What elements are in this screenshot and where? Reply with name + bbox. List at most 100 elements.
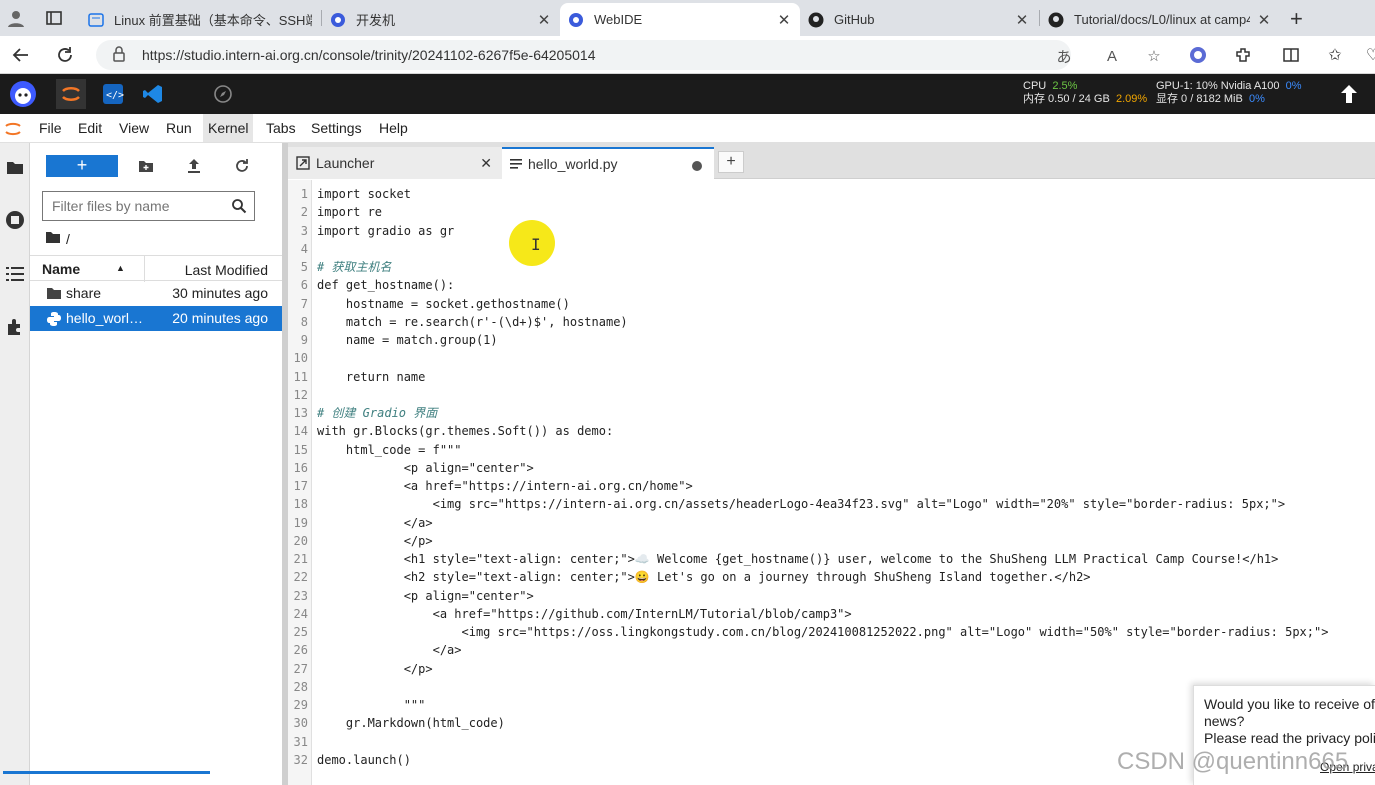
extension-manager-icon[interactable] — [4, 316, 26, 338]
code-server-icon[interactable]: </> — [98, 79, 128, 109]
tab-launcher[interactable]: Launcher ✕ — [288, 147, 502, 179]
code-line[interactable]: return name — [317, 368, 425, 386]
close-icon[interactable]: ✕ — [536, 11, 552, 29]
code-line[interactable]: html_code = f""" — [317, 441, 462, 459]
favorite-star-icon[interactable]: ☆ — [1144, 46, 1164, 66]
lock-icon[interactable] — [112, 45, 128, 65]
file-list-header: Name ▲ Last Modified — [30, 255, 282, 282]
unsaved-dot-icon[interactable] — [692, 161, 702, 171]
intern-logo-icon[interactable] — [8, 79, 38, 109]
close-icon[interactable]: ✕ — [1256, 11, 1272, 29]
reload-icon[interactable] — [54, 44, 76, 66]
breadcrumb-root[interactable]: / — [66, 231, 70, 247]
code-line[interactable]: <img src="https://intern-ai.org.cn/asset… — [317, 495, 1286, 513]
add-tab-button[interactable]: + — [718, 151, 744, 173]
file-row-hello-world[interactable]: hello_world.py 20 minutes ago — [30, 306, 282, 331]
menu-help[interactable]: Help — [376, 120, 411, 136]
close-icon[interactable]: ✕ — [776, 11, 792, 29]
code-line[interactable]: <a href="https://github.com/InternLM/Tut… — [317, 605, 852, 623]
code-line[interactable]: <h2 style="text-align: center;">😀 Let's … — [317, 568, 1091, 586]
url-text[interactable]: https://studio.intern-ai.org.cn/console/… — [142, 47, 596, 63]
code-line[interactable]: import socket — [317, 185, 411, 203]
loading-progress-bar — [3, 771, 210, 774]
gpu-value: 0% — [1285, 80, 1302, 92]
line-number: 17 — [293, 479, 308, 493]
code-line[interactable]: gr.Markdown(html_code) — [317, 714, 505, 732]
code-line[interactable]: demo.launch() — [317, 751, 411, 769]
tab-hello-world[interactable]: hello_world.py — [502, 147, 714, 179]
address-bar[interactable]: https://studio.intern-ai.org.cn/console/… — [96, 40, 1161, 70]
column-name[interactable]: Name — [42, 261, 80, 277]
code-line[interactable]: </p> — [317, 660, 433, 678]
upload-icon[interactable] — [184, 156, 204, 176]
line-number: 6 — [300, 278, 308, 293]
close-icon[interactable]: ✕ — [480, 155, 492, 172]
code-line[interactable]: with gr.Blocks(gr.themes.Soft()) as demo… — [317, 422, 613, 440]
code-line[interactable]: # 获取主机名 — [317, 258, 391, 276]
profile-icon[interactable] — [4, 6, 28, 30]
popup-line3: Please read the privacy poli — [1204, 730, 1375, 746]
code-line[interactable]: </a> — [317, 641, 462, 659]
code-line[interactable]: def get_hostname(): — [317, 276, 454, 294]
menu-run[interactable]: Run — [163, 120, 195, 136]
copilot-icon[interactable] — [1187, 44, 1209, 66]
github-icon — [1048, 12, 1064, 28]
menu-file[interactable]: File — [36, 120, 65, 136]
back-icon[interactable] — [10, 44, 32, 66]
breadcrumb[interactable]: / — [45, 230, 70, 247]
tab-actions-icon[interactable] — [42, 6, 66, 30]
code-line[interactable]: </p> — [317, 532, 433, 550]
menu-kernel[interactable]: Kernel — [203, 114, 254, 142]
translate-icon[interactable]: あ — [1054, 46, 1074, 66]
browser-tab-2[interactable]: 开发机 ✕ — [322, 3, 560, 36]
browser-tab-1[interactable]: Linux 前置基础（基本命令、SSH端 — [80, 3, 320, 36]
folder-icon — [46, 286, 62, 303]
favorites-icon[interactable]: ✩ — [1324, 44, 1346, 66]
code-line[interactable]: """ — [317, 696, 426, 714]
filter-files-input[interactable]: Filter files by name — [42, 191, 255, 221]
table-of-contents-icon[interactable] — [4, 263, 26, 285]
code-line[interactable]: <h1 style="text-align: center;">☁️ Welco… — [317, 550, 1279, 568]
code-line[interactable]: <p align="center"> — [317, 587, 534, 605]
compass-icon[interactable] — [208, 79, 238, 109]
menu-view[interactable]: View — [116, 120, 152, 136]
jupyter-icon[interactable] — [56, 79, 86, 109]
code-line[interactable]: <p align="center"> — [317, 459, 534, 477]
browser-tab-4[interactable]: GitHub ✕ — [800, 3, 1038, 36]
code-line[interactable]: <img src="https://oss.lingkongstudy.com.… — [317, 623, 1328, 641]
folder-icon[interactable] — [4, 156, 26, 178]
new-tab-button[interactable]: + — [1290, 6, 1303, 32]
menu-edit[interactable]: Edit — [75, 120, 105, 136]
code-line[interactable]: <a href="https://intern-ai.org.cn/home"> — [317, 477, 693, 495]
browser-tab-3-active[interactable]: WebIDE ✕ — [560, 3, 800, 36]
column-last-modified[interactable]: Last Modified — [185, 262, 268, 278]
sort-ascending-icon[interactable]: ▲ — [116, 263, 125, 273]
menu-tabs[interactable]: Tabs — [263, 120, 299, 136]
code-line[interactable]: name = match.group(1) — [317, 331, 498, 349]
code-line[interactable]: </a> — [317, 514, 433, 532]
line-number: 19 — [293, 515, 308, 530]
file-row-share[interactable]: share 30 minutes ago — [30, 281, 282, 306]
vscode-icon[interactable] — [138, 79, 168, 109]
browser-tab-5[interactable]: Tutorial/docs/L0/linux at camp4 · ✕ — [1040, 3, 1280, 36]
line-number: 14 — [293, 424, 308, 439]
menu-settings[interactable]: Settings — [308, 120, 365, 136]
new-folder-icon[interactable] — [136, 156, 156, 176]
extensions-icon[interactable] — [1232, 44, 1254, 66]
running-kernels-icon[interactable] — [4, 209, 26, 231]
code-line[interactable]: import gradio as gr — [317, 222, 454, 240]
code-line[interactable]: import re — [317, 203, 382, 221]
more-icon[interactable]: ♡ — [1362, 44, 1375, 66]
upload-arrow-icon[interactable] — [1334, 79, 1364, 109]
split-screen-icon[interactable] — [1280, 44, 1302, 66]
browser-tab-title: Linux 前置基础（基本命令、SSH端 — [114, 13, 312, 28]
code-line[interactable]: # 创建 Gradio 界面 — [317, 404, 437, 422]
code-line[interactable]: hostname = socket.gethostname() — [317, 295, 570, 313]
close-icon[interactable]: ✕ — [1014, 11, 1030, 29]
read-aloud-icon[interactable]: A — [1102, 46, 1122, 66]
browser-tab-strip: Linux 前置基础（基本命令、SSH端 开发机 ✕ WebIDE ✕ GitH… — [0, 0, 1375, 36]
new-launcher-button[interactable]: + — [46, 155, 118, 177]
code-line[interactable]: match = re.search(r'-(\d+)$', hostname) — [317, 313, 628, 331]
refresh-icon[interactable] — [232, 156, 252, 176]
line-number: 30 — [293, 716, 308, 731]
